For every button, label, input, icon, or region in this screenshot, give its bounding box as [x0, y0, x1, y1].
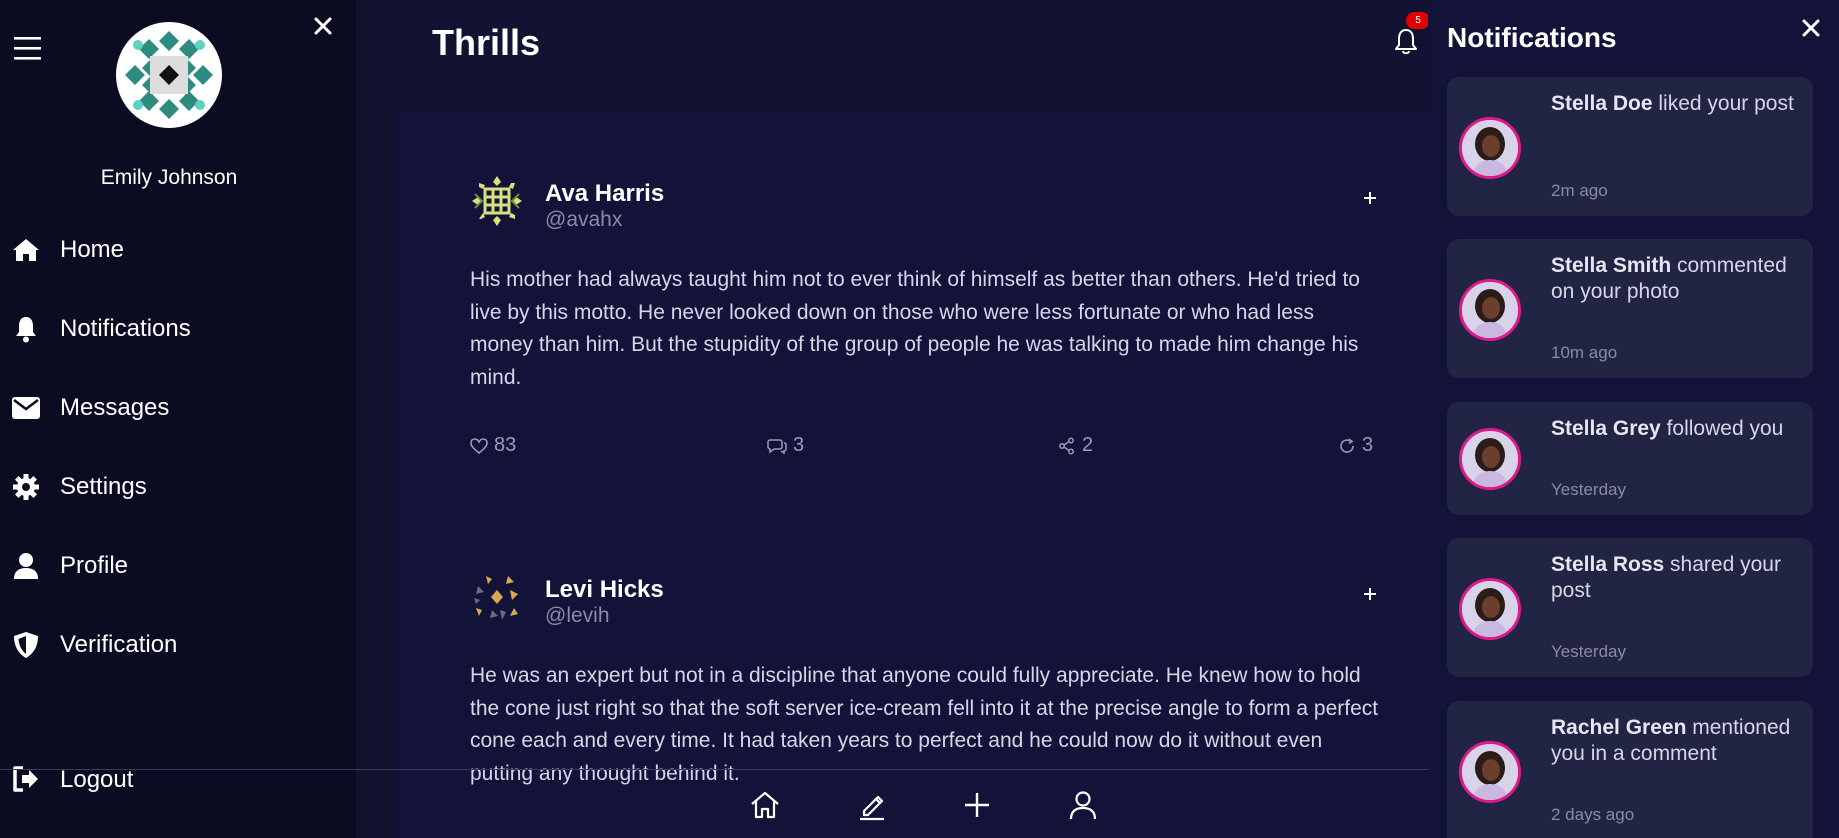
post-text: His mother had always taught him not to …: [470, 268, 1360, 389]
sidebar-item-home[interactable]: Home: [0, 210, 356, 289]
sidebar-item-label: Messages: [60, 393, 170, 421]
notification-avatar: [1459, 428, 1521, 490]
like-count: 83: [494, 434, 517, 456]
notification-avatar: [1459, 741, 1521, 803]
logout-icon: [12, 766, 40, 794]
notification-user: Stella Ross: [1551, 553, 1665, 576]
sidebar-item-label: Verification: [60, 630, 178, 658]
follow-plus-icon[interactable]: [1360, 584, 1380, 604]
notification-avatar: [1459, 279, 1521, 341]
follow-plus-icon[interactable]: [1360, 188, 1380, 208]
post-author-handle[interactable]: @avahx: [545, 208, 622, 232]
share-icon: [1059, 437, 1074, 454]
notification-user: Rachel Green: [1551, 716, 1687, 739]
notification-user: Stella Doe: [1551, 92, 1653, 115]
bottom-home-icon[interactable]: [749, 789, 781, 821]
post-author-handle[interactable]: @levih: [545, 604, 610, 628]
comment-icon: [767, 438, 787, 454]
main-feed: Thrills 5 Ava Harris @avahx His mother h…: [396, 0, 1430, 838]
share-button[interactable]: 2: [1058, 434, 1093, 457]
notification-avatar: [1459, 117, 1521, 179]
bottom-add-icon[interactable]: [961, 789, 993, 821]
sidebar-item-label: Home: [60, 235, 125, 263]
app-logo: [116, 22, 222, 128]
bell-icon[interactable]: [1392, 26, 1420, 56]
shield-icon: [12, 631, 40, 659]
heart-icon: [470, 437, 488, 454]
notification-item[interactable]: Stella Grey followed you Yesterday: [1447, 402, 1813, 515]
share-count: 2: [1082, 434, 1094, 456]
sidebar-item-settings[interactable]: Settings: [0, 447, 356, 526]
logout-label: Logout: [60, 766, 134, 793]
notifications-close-icon[interactable]: [1800, 17, 1822, 39]
notification-count-badge: 5: [1406, 12, 1430, 29]
notification-text: Stella Doe liked your post: [1551, 91, 1803, 117]
gear-icon: [12, 473, 40, 501]
sidebar-item-label: Profile: [60, 551, 129, 579]
post-author-name[interactable]: Levi Hicks: [545, 576, 664, 604]
notification-time: Yesterday: [1551, 480, 1626, 499]
sidebar-item-messages[interactable]: Messages: [0, 368, 356, 447]
header-bar: [396, 0, 1428, 112]
refresh-icon: [1340, 437, 1354, 453]
notifications-panel-title: Notifications: [1447, 22, 1617, 53]
page-title: Thrills: [432, 22, 541, 63]
hamburger-menu-icon[interactable]: [13, 33, 43, 63]
home-icon: [12, 236, 40, 264]
sidebar-item-label: Notifications: [60, 314, 191, 342]
repost-count: 3: [1362, 434, 1374, 456]
notification-item[interactable]: Stella Smith commented on your photo 10m…: [1447, 239, 1813, 378]
notification-time: 2 days ago: [1551, 805, 1635, 824]
notification-text: Stella Ross shared your post: [1551, 552, 1803, 604]
notification-action: followed you: [1660, 417, 1784, 440]
sidebar: Emily Johnson Home Notifications Message…: [0, 0, 356, 838]
notification-time: 2m ago: [1551, 181, 1608, 200]
notification-item[interactable]: Rachel Green mentioned you in a comment …: [1447, 701, 1813, 838]
notification-text: Stella Grey followed you: [1551, 416, 1803, 442]
post-text: He was an expert but not in a discipline…: [470, 664, 1379, 785]
repost-button[interactable]: 3: [1338, 434, 1373, 457]
sidebar-item-profile[interactable]: Profile: [0, 526, 356, 605]
notification-user: Stella Smith: [1551, 254, 1672, 277]
notification-item[interactable]: Stella Doe liked your post 2m ago: [1447, 77, 1813, 216]
sidebar-item-label: Settings: [60, 472, 147, 500]
sidebar-item-notifications[interactable]: Notifications: [0, 289, 356, 368]
notifications-panel: Notifications Stella Doe liked your post…: [1428, 0, 1839, 838]
notification-time: Yesterday: [1551, 642, 1626, 661]
post-avatar[interactable]: [470, 570, 524, 624]
sidebar-nav: Home Notifications Messages Settings Pro…: [0, 210, 356, 684]
post-avatar[interactable]: [470, 174, 524, 228]
user-icon: [12, 552, 40, 580]
notification-item[interactable]: Stella Ross shared your post Yesterday: [1447, 538, 1813, 677]
post-card: Ava Harris @avahx His mother had always …: [470, 174, 1380, 464]
notification-avatar: [1459, 578, 1521, 640]
notification-user: Stella Grey: [1551, 417, 1661, 440]
bell-icon: [12, 315, 40, 343]
bottom-profile-icon[interactable]: [1067, 789, 1099, 821]
envelope-icon: [12, 394, 40, 422]
notification-action: liked your post: [1652, 92, 1794, 115]
like-button[interactable]: 83: [470, 434, 516, 457]
comment-button[interactable]: 3: [767, 434, 804, 457]
notification-text: Stella Smith commented on your photo: [1551, 253, 1803, 305]
sidebar-item-verification[interactable]: Verification: [0, 605, 356, 684]
profile-username: Emily Johnson: [100, 166, 238, 189]
logout-button[interactable]: Logout: [0, 766, 356, 794]
notification-text: Rachel Green mentioned you in a comment: [1551, 715, 1803, 767]
post-actions: 83 3 2 3: [470, 434, 1380, 464]
post-card: Levi Hicks @levih He was an expert but n…: [470, 570, 1380, 790]
post-author-name[interactable]: Ava Harris: [545, 180, 664, 208]
sidebar-close-icon[interactable]: [312, 15, 334, 37]
bottom-edit-icon[interactable]: [856, 789, 888, 821]
notification-time: 10m ago: [1551, 343, 1618, 362]
comment-count: 3: [793, 434, 805, 456]
